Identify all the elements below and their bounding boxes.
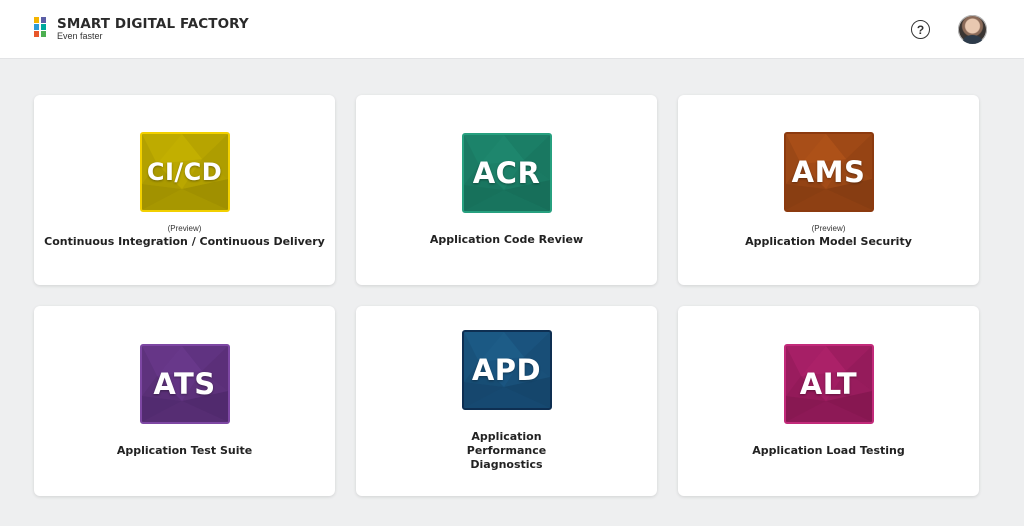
- acr-tile-icon: ACR: [461, 133, 552, 213]
- logo-seg: [34, 24, 39, 30]
- card-title: Application Model Security: [745, 234, 912, 248]
- cicd-tile-icon: CI/CD: [139, 131, 230, 212]
- tile-abbreviation: APD: [471, 353, 542, 387]
- preview-label: (Preview): [811, 223, 846, 233]
- product-card-acr[interactable]: ACR Application Code Review: [356, 95, 657, 285]
- logo-seg: [41, 17, 46, 23]
- card-title: Application Performance Diagnostics: [466, 430, 547, 471]
- product-card-ats[interactable]: ATS Application Test Suite: [34, 306, 335, 496]
- ats-tile-icon: ATS: [139, 344, 230, 424]
- help-icon[interactable]: ?: [911, 20, 930, 39]
- logo-seg: [41, 24, 46, 30]
- tile-abbreviation: CI/CD: [146, 157, 223, 186]
- brand-logo[interactable]: SMART DIGITAL FACTORY Even faster: [34, 15, 249, 41]
- apd-tile-icon: APD: [461, 330, 552, 410]
- logo-seg: [41, 31, 46, 37]
- alt-tile-icon: ALT: [783, 344, 874, 424]
- product-card-ams[interactable]: AMS (Preview) Application Model Security: [678, 95, 979, 285]
- tile-abbreviation: AMS: [791, 154, 866, 189]
- user-avatar[interactable]: [958, 15, 987, 44]
- card-title: Continuous Integration / Continuous Deli…: [44, 234, 325, 248]
- top-header: SMART DIGITAL FACTORY Even faster ?: [0, 0, 1024, 59]
- logo-seg: [34, 17, 39, 23]
- ams-tile-icon: AMS: [783, 131, 874, 212]
- factory-logo-icon: [34, 17, 51, 37]
- product-card-apd[interactable]: APD Application Performance Diagnostics: [356, 306, 657, 496]
- tile-abbreviation: ATS: [153, 367, 216, 401]
- preview-label: (Preview): [167, 223, 202, 233]
- logo-seg: [34, 31, 39, 37]
- brand-tagline: Even faster: [57, 31, 103, 41]
- card-title: Application Code Review: [429, 233, 584, 246]
- tile-abbreviation: ALT: [799, 367, 858, 401]
- product-card-alt[interactable]: ALT Application Load Testing: [678, 306, 979, 496]
- card-title: Application Load Testing: [752, 444, 905, 457]
- card-title: Application Test Suite: [116, 444, 253, 457]
- product-grid: CI/CD (Preview) Continuous Integration / C…: [34, 95, 979, 496]
- tile-abbreviation: ACR: [472, 156, 541, 190]
- product-card-cicd[interactable]: CI/CD (Preview) Continuous Integration / C…: [34, 95, 335, 285]
